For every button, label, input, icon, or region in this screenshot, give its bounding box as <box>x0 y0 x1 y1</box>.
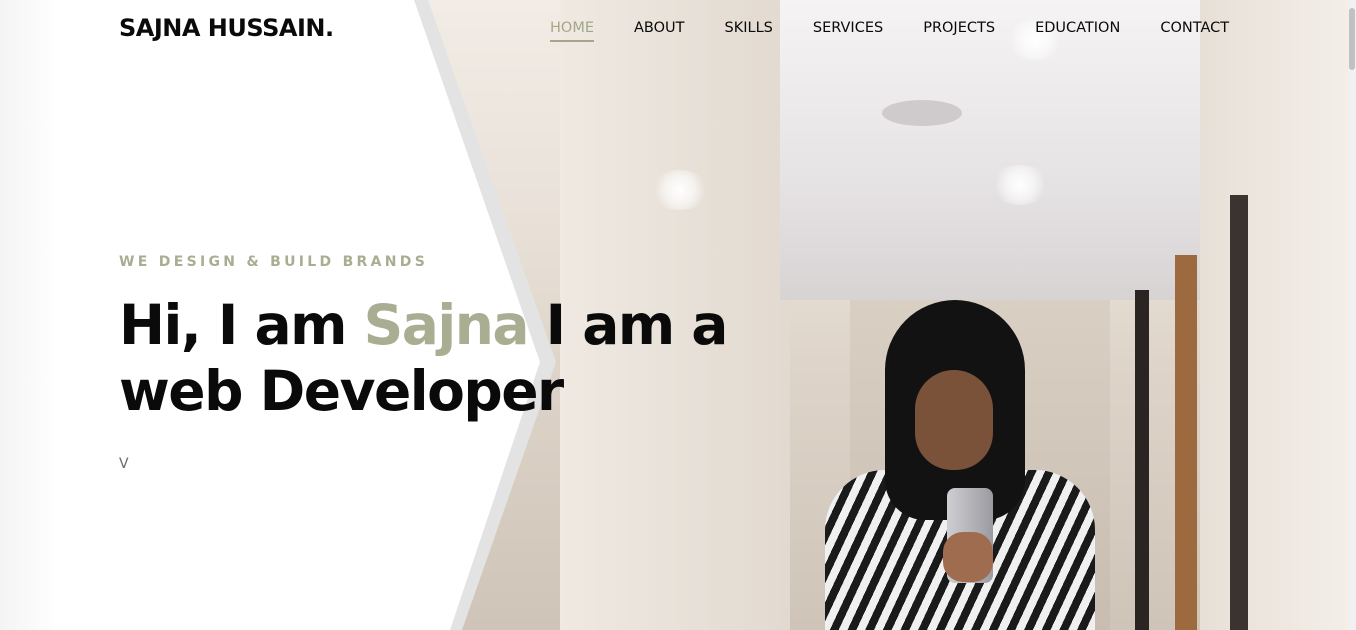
main-nav: HOME ABOUT SKILLS SERVICES PROJECTS EDUC… <box>550 18 1229 42</box>
site-logo[interactable]: SAJNA HUSSAIN. <box>119 14 334 42</box>
typed-text: V <box>119 456 129 472</box>
panel-left-fade <box>0 0 60 630</box>
nav-item-services[interactable]: SERVICES <box>813 18 883 42</box>
photo-door-frame <box>1230 195 1248 630</box>
photo-ceiling-light <box>990 165 1050 205</box>
photo-person <box>825 300 1095 630</box>
scrollbar-thumb[interactable] <box>1349 8 1355 70</box>
headline-prefix: Hi, I am <box>119 293 364 357</box>
nav-item-about[interactable]: ABOUT <box>634 18 685 42</box>
photo-wall-right <box>1200 0 1348 630</box>
photo-door-frame <box>1135 290 1149 630</box>
photo-hand <box>943 532 993 582</box>
nav-item-skills[interactable]: SKILLS <box>725 18 773 42</box>
nav-item-projects[interactable]: PROJECTS <box>923 18 995 42</box>
nav-item-home[interactable]: HOME <box>550 18 594 42</box>
nav-item-contact[interactable]: CONTACT <box>1160 18 1229 42</box>
hero-headline: Hi, I am Sajna I am a web Developer <box>119 292 759 424</box>
nav-item-education[interactable]: EDUCATION <box>1035 18 1120 42</box>
photo-door-frame <box>1175 255 1197 630</box>
hero-tagline: WE DESIGN & BUILD BRANDS <box>119 254 429 270</box>
photo-ceiling-light <box>650 170 710 210</box>
headline-name: Sajna <box>363 293 530 357</box>
photo-ceiling <box>780 0 1200 300</box>
page-scrollbar[interactable] <box>1348 0 1356 630</box>
photo-ceiling-vent <box>882 100 962 126</box>
photo-person-face <box>915 370 993 470</box>
